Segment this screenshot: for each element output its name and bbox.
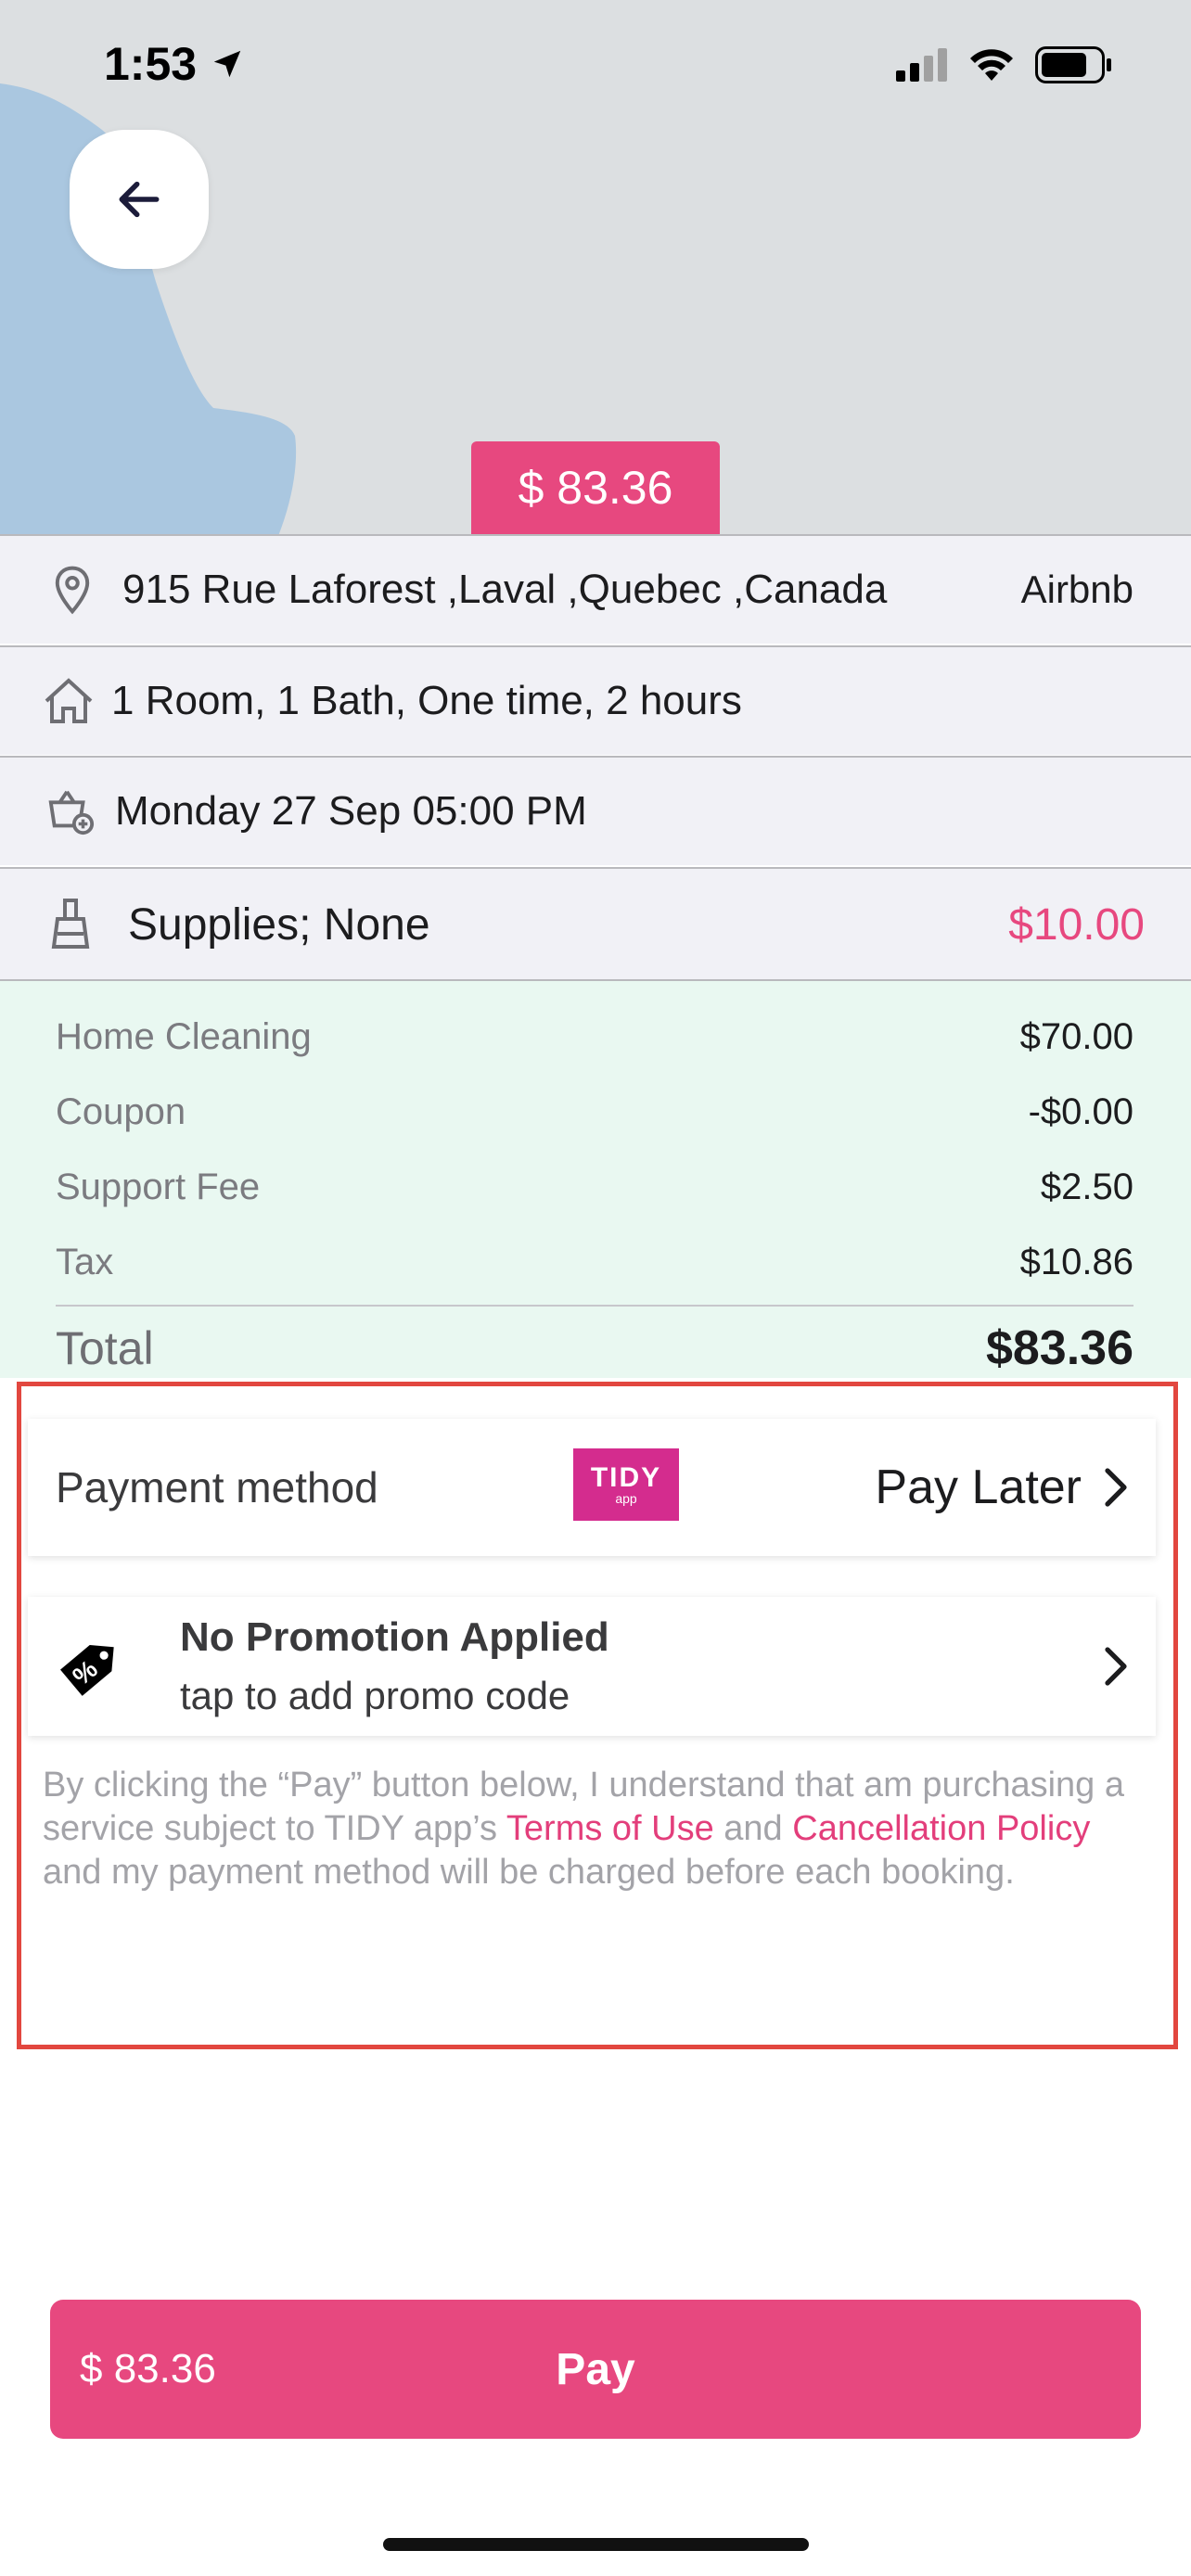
property-type: Airbnb xyxy=(1020,567,1133,611)
promotion-subtitle: tap to add promo code xyxy=(180,1674,570,1717)
breakdown-value: $70.00 xyxy=(1019,1016,1133,1057)
location-pin-icon xyxy=(45,562,100,618)
breakdown-value: $2.50 xyxy=(1040,1167,1133,1207)
wifi-icon xyxy=(970,49,1013,81)
payment-method-value: Pay Later xyxy=(875,1460,1082,1514)
rooms-text: 1 Room, 1 Bath, One time, 2 hours xyxy=(111,678,742,723)
disclaimer-text: and my payment method will be charged be… xyxy=(43,1853,1015,1892)
total-value: $83.36 xyxy=(985,1321,1133,1375)
cellular-signal-icon xyxy=(896,48,947,82)
location-arrow-icon xyxy=(213,50,241,78)
arrow-left-icon xyxy=(119,181,160,218)
address-text: 915 Rue Laforest ,Laval ,Quebec ,Canada xyxy=(122,567,888,612)
promo-tag-icon: % xyxy=(60,1645,114,1696)
battery-icon xyxy=(1035,46,1111,83)
breakdown-line: Tax $10.86 xyxy=(56,1242,1133,1283)
total-divider xyxy=(56,1305,1133,1307)
price-breakdown: Home Cleaning $70.00 Coupon -$0.00 Suppo… xyxy=(0,979,1191,1378)
promotion-text: No Promotion Applied tap to add promo co… xyxy=(180,1614,609,1718)
home-icon xyxy=(41,673,96,729)
date-row: Monday 27 Sep 05:00 PM xyxy=(0,756,1191,865)
breakdown-label: Coupon xyxy=(56,1091,186,1132)
cancellation-policy-link[interactable]: Cancellation Policy xyxy=(792,1809,1090,1848)
chevron-right-icon xyxy=(1105,1647,1127,1686)
promotion-title: No Promotion Applied xyxy=(180,1614,609,1660)
total-line: Total $83.36 xyxy=(56,1320,1133,1376)
booking-datetime: Monday 27 Sep 05:00 PM xyxy=(115,788,587,834)
breakdown-line: Home Cleaning $70.00 xyxy=(56,1016,1133,1058)
status-bar-icons xyxy=(896,46,1113,83)
breakdown-value: -$0.00 xyxy=(1028,1091,1133,1132)
terms-disclaimer: By clicking the “Pay” button below, I un… xyxy=(43,1764,1146,1894)
payment-method-label: Payment method xyxy=(56,1463,378,1511)
home-indicator[interactable] xyxy=(383,2538,809,2551)
payment-method-row[interactable]: Payment method TIDY app Pay Later xyxy=(28,1419,1156,1556)
status-bar-time: 1:53 xyxy=(104,37,245,91)
promotion-row[interactable]: % No Promotion Applied tap to add promo … xyxy=(28,1597,1156,1736)
breakdown-line: Coupon -$0.00 xyxy=(56,1091,1133,1133)
map-price-tag: $ 83.36 xyxy=(471,441,720,534)
total-label: Total xyxy=(56,1322,154,1374)
pay-button-label: Pay xyxy=(556,2344,635,2394)
tidy-app-logo: TIDY app xyxy=(573,1448,679,1521)
pay-button[interactable]: $ 83.36 Pay xyxy=(50,2300,1141,2439)
breakdown-label: Tax xyxy=(56,1242,114,1282)
supplies-price: $10.00 xyxy=(1008,899,1145,950)
chevron-right-icon xyxy=(1105,1468,1127,1507)
supplies-row[interactable]: Supplies; None $10.00 xyxy=(0,867,1191,980)
breakdown-line: Support Fee $2.50 xyxy=(56,1167,1133,1208)
supplies-label: Supplies; None xyxy=(128,899,430,950)
breakdown-value: $10.86 xyxy=(1019,1242,1133,1282)
breakdown-label: Support Fee xyxy=(56,1167,261,1207)
back-button[interactable] xyxy=(70,130,209,269)
breakdown-label: Home Cleaning xyxy=(56,1016,312,1057)
terms-of-use-link[interactable]: Terms of Use xyxy=(506,1809,714,1848)
address-row: 915 Rue Laforest ,Laval ,Quebec ,Canada … xyxy=(0,534,1191,644)
disclaimer-text: and xyxy=(713,1809,793,1848)
calendar-basket-icon xyxy=(43,784,98,839)
broom-icon xyxy=(43,897,98,952)
rooms-row: 1 Room, 1 Bath, One time, 2 hours xyxy=(0,645,1191,755)
